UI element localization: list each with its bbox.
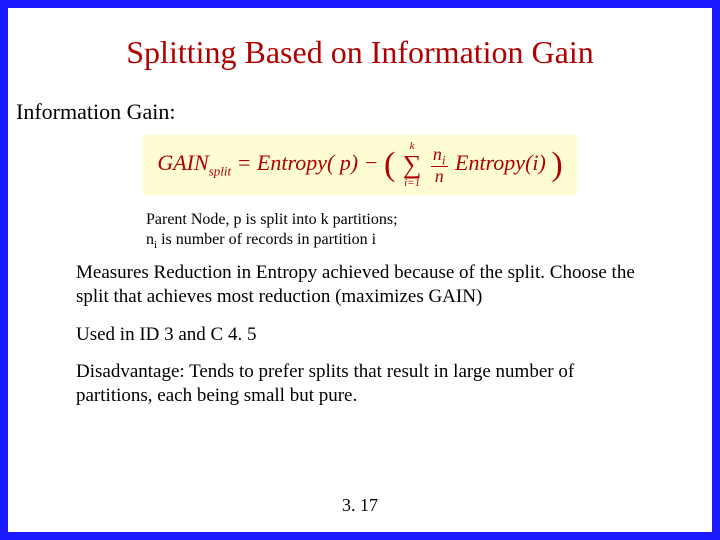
body-p1: Measures Reduction in Entropy achieved b… bbox=[76, 261, 644, 309]
lhs-sub: split bbox=[209, 163, 231, 178]
formula-container: GAINsplit = Entropy( p) − ( k ∑ i=1 ni n… bbox=[36, 135, 684, 195]
body-p2: Used in ID 3 and C 4. 5 bbox=[76, 323, 644, 347]
page-number: 3. 17 bbox=[8, 495, 712, 516]
summation: k ∑ i=1 bbox=[403, 141, 422, 189]
minus: − bbox=[364, 150, 384, 175]
lhs-main: GAIN bbox=[157, 150, 208, 175]
left-paren: ( bbox=[384, 146, 395, 183]
fraction-num: ni bbox=[431, 145, 448, 168]
entropy-fn-2: Entropy bbox=[455, 150, 525, 175]
right-paren: ) bbox=[551, 146, 562, 183]
gain-formula: GAINsplit = Entropy( p) − ( k ∑ i=1 ni n… bbox=[143, 135, 576, 195]
fraction: ni n bbox=[431, 145, 448, 186]
section-heading: Information Gain: bbox=[16, 99, 684, 125]
sum-lower: i=1 bbox=[403, 178, 422, 189]
entropy-arg-i: (i) bbox=[525, 150, 546, 175]
body-p3: Disadvantage: Tends to prefer splits tha… bbox=[76, 360, 644, 408]
slide-title: Splitting Based on Information Gain bbox=[36, 34, 684, 71]
slide-frame: Splitting Based on Information Gain Info… bbox=[0, 0, 720, 540]
fraction-den: n bbox=[431, 167, 448, 185]
entropy-arg-p: ( p) bbox=[327, 150, 358, 175]
entropy-fn-1: Entropy bbox=[257, 150, 327, 175]
equals: = bbox=[237, 150, 257, 175]
sigma-icon: ∑ bbox=[403, 150, 422, 179]
note-line-2: ni is number of records in partition i bbox=[146, 231, 684, 251]
body-text: Measures Reduction in Entropy achieved b… bbox=[76, 261, 644, 408]
note-line-1: Parent Node, p is split into k partition… bbox=[146, 211, 684, 229]
